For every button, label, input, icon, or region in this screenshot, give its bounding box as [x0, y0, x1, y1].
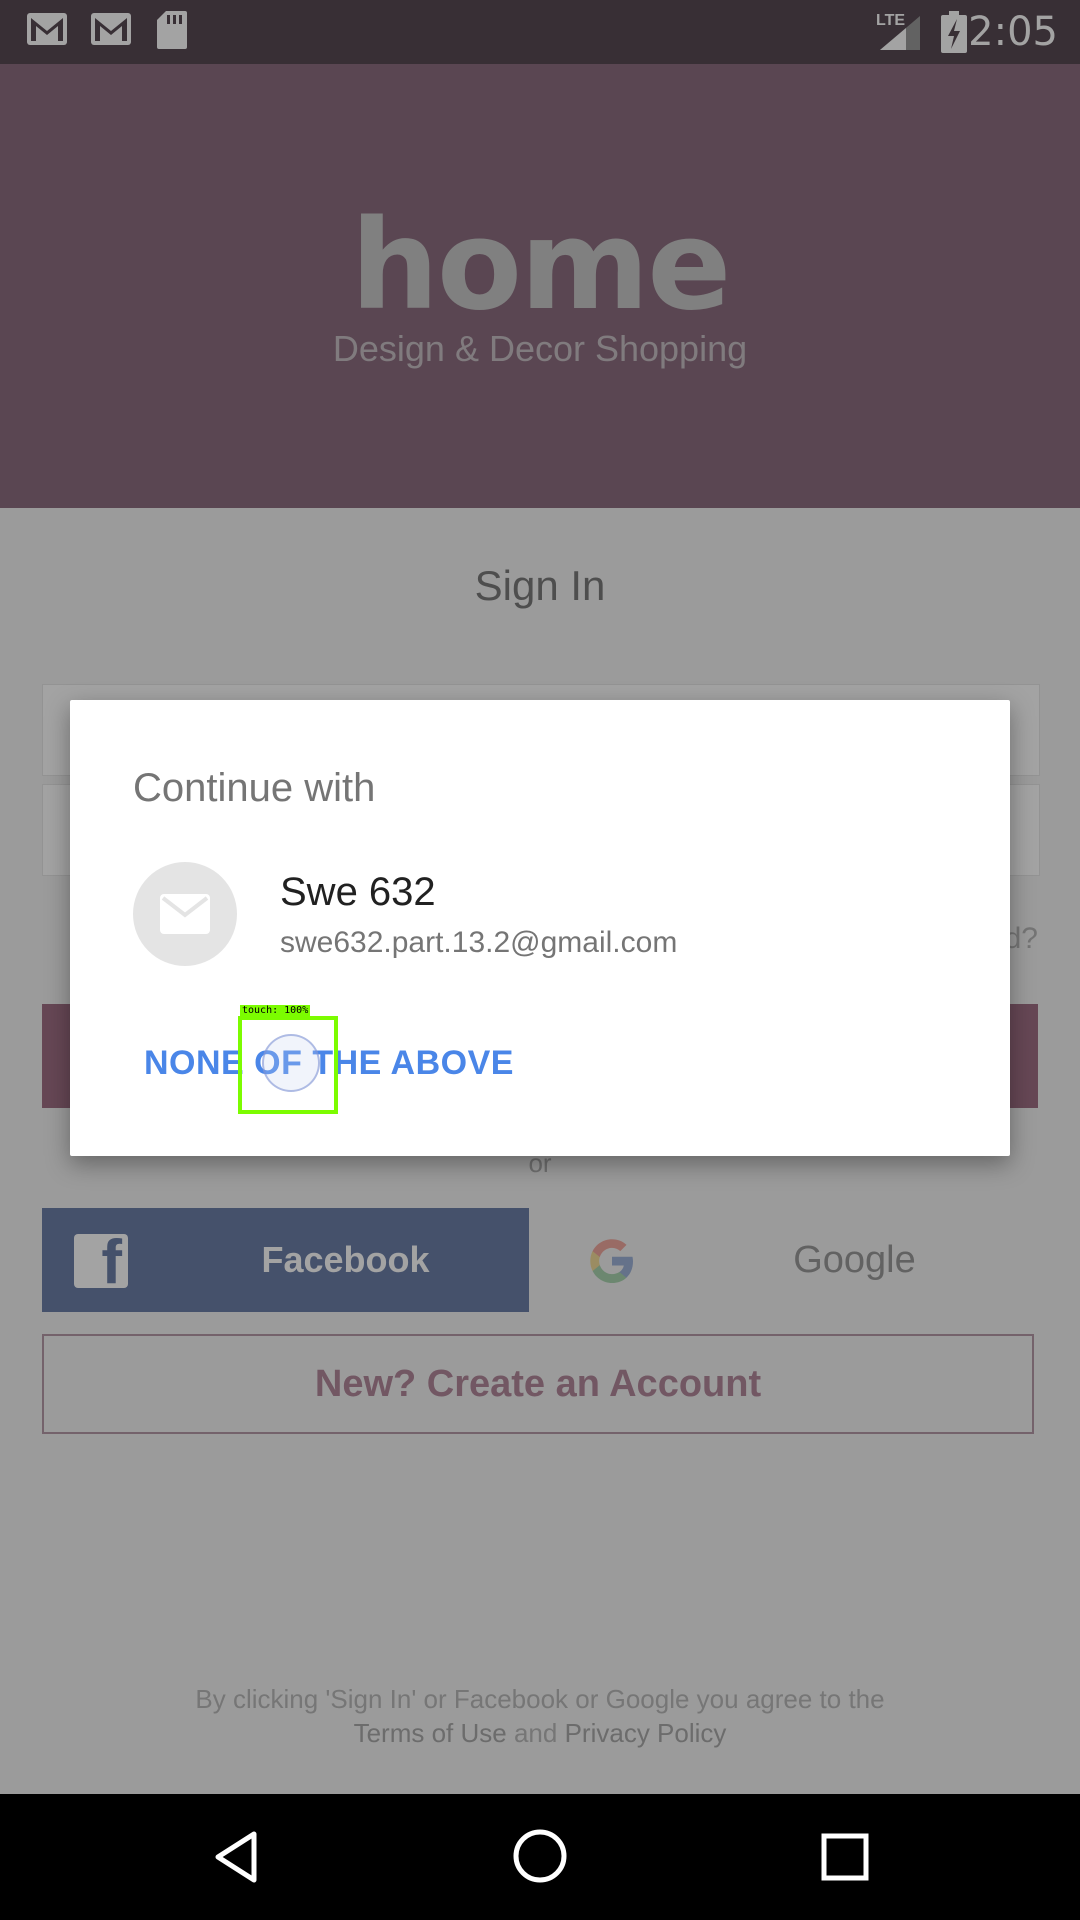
- avatar: [133, 862, 237, 966]
- account-name[interactable]: Swe 632: [280, 870, 436, 915]
- account-picker-dialog: Continue with Swe 632 swe632.part.13.2@g…: [70, 700, 1010, 1156]
- touch-highlight-box: [238, 1016, 338, 1114]
- navigation-bar: [0, 1794, 1080, 1920]
- mail-icon: [160, 894, 210, 934]
- account-email[interactable]: swe632.part.13.2@gmail.com: [280, 926, 677, 960]
- dialog-title: Continue with: [133, 766, 376, 810]
- recents-icon[interactable]: [820, 1832, 870, 1882]
- back-icon[interactable]: [212, 1830, 260, 1884]
- touch-label: touch: 100%: [240, 1005, 311, 1016]
- home-icon[interactable]: [512, 1828, 568, 1884]
